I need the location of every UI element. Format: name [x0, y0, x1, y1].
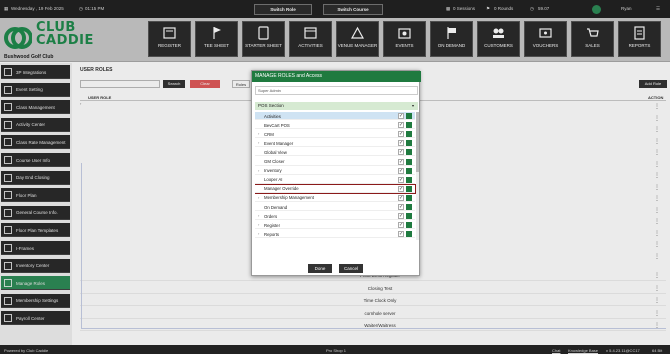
permission-toggle[interactable] — [406, 149, 412, 156]
permission-checkbox[interactable]: ✓ — [398, 231, 404, 238]
permission-checkbox[interactable]: ✓ — [398, 204, 404, 210]
permission-checkbox[interactable]: ✓ — [398, 222, 404, 229]
permission-row[interactable]: Activities ✓ — [255, 112, 415, 120]
permission-toggle[interactable] — [406, 213, 412, 220]
permission-row[interactable]: BevCart POS ✓ — [255, 121, 415, 130]
permission-toggle[interactable] — [406, 231, 412, 238]
expand-arrow-icon[interactable]: › — [258, 195, 259, 200]
permission-toggle[interactable] — [406, 176, 412, 183]
permission-name: Orders — [264, 213, 278, 219]
knowledge-base-link[interactable]: Knowledge Base — [568, 348, 598, 353]
permission-toggle[interactable] — [406, 122, 412, 129]
permissions-list: Activities ✓ BevCart POS ✓ › CRM ✓ › Event Manag… — [255, 112, 418, 274]
powered-by: Powered by Club Caddie — [4, 347, 49, 353]
permission-name: Manager Override — [264, 186, 299, 192]
role-name-field[interactable]: Super Admin — [255, 86, 418, 95]
permission-row[interactable]: › Orders ✓ — [255, 212, 415, 221]
shop-name: Pro Shop 1 — [326, 347, 347, 353]
permission-toggle[interactable] — [406, 140, 412, 147]
permission-name: Register — [264, 222, 281, 228]
permission-checkbox[interactable]: ✓ — [398, 140, 404, 147]
section-label: POS Section — [258, 103, 284, 108]
scrollbar-thumb[interactable] — [416, 112, 419, 172]
permission-name: Global View — [264, 149, 287, 155]
permission-row[interactable]: › Event Manager ✓ — [255, 139, 415, 148]
permission-name: Looper AI — [264, 177, 283, 183]
permission-row[interactable]: Manager Override ✓ — [255, 183, 416, 194]
footer: Powered by Club Caddie Pro Shop 1 Chat K… — [0, 345, 670, 354]
dialog-title: MANAGE ROLES and Access — [252, 71, 421, 82]
permission-toggle[interactable] — [406, 131, 412, 138]
permission-checkbox[interactable]: ✓ — [398, 185, 404, 192]
permission-toggle[interactable] — [406, 158, 412, 165]
expand-arrow-icon[interactable]: › — [258, 168, 259, 173]
done-button[interactable]: Done — [308, 264, 332, 273]
permission-toggle[interactable] — [406, 167, 412, 174]
permission-toggle[interactable] — [406, 185, 412, 192]
permission-checkbox[interactable]: ✓ — [398, 149, 404, 156]
permission-name: Activities — [264, 113, 281, 119]
permission-checkbox[interactable]: ✓ — [398, 194, 404, 201]
expand-arrow-icon[interactable]: › — [258, 131, 259, 136]
permission-checkbox[interactable]: ✓ — [398, 131, 404, 138]
expand-arrow-icon[interactable]: › — [258, 222, 259, 227]
permission-name: Membership Management — [264, 195, 314, 201]
chat-link[interactable]: Chat — [552, 348, 560, 353]
section-dropdown[interactable]: POS Section ▾ — [255, 102, 418, 110]
permission-checkbox[interactable]: ✓ — [398, 167, 404, 174]
permission-name: On Demand — [264, 204, 288, 210]
permission-checkbox[interactable]: ✓ — [398, 213, 404, 220]
permission-name: BevCart POS — [264, 122, 290, 128]
permission-checkbox[interactable]: ✓ — [398, 176, 404, 183]
permission-checkbox[interactable]: ✓ — [398, 158, 404, 165]
permission-name: CRM — [264, 131, 274, 137]
permission-checkbox[interactable]: ✓ — [398, 122, 404, 129]
permission-toggle[interactable] — [406, 222, 412, 229]
permission-name: GM Closer — [264, 159, 285, 164]
cancel-button[interactable]: Cancel — [339, 264, 363, 273]
permission-row[interactable]: › Reports ✓ — [255, 230, 415, 239]
permission-row[interactable]: › CRM ✓ — [255, 130, 415, 139]
permission-row[interactable]: GM Closer ✓ — [255, 158, 415, 166]
bitness-text: 64 Bit — [652, 347, 663, 353]
permission-row[interactable]: › Register ✓ — [255, 221, 415, 230]
permission-toggle[interactable] — [406, 194, 412, 201]
permission-row[interactable]: On Demand ✓ — [255, 203, 415, 211]
manage-roles-dialog: MANAGE ROLES and Access Super Admin POS … — [251, 70, 421, 276]
permission-toggle[interactable] — [406, 204, 412, 210]
permission-name: Reports — [264, 231, 280, 237]
expand-arrow-icon[interactable]: › — [258, 231, 259, 236]
permission-name: Event Manager — [264, 140, 294, 146]
caret-down-icon: ▾ — [411, 103, 414, 108]
permission-toggle[interactable] — [406, 113, 412, 119]
version-text: v 5.4.23.11@CC17 — [606, 347, 640, 353]
permission-row[interactable]: › Inventory ✓ — [255, 167, 415, 175]
permission-row[interactable]: Global View ✓ — [255, 148, 415, 157]
permission-name: Inventory — [264, 168, 282, 174]
permission-row[interactable]: Looper AI ✓ — [255, 176, 415, 184]
expand-arrow-icon[interactable]: › — [258, 213, 259, 218]
expand-arrow-icon[interactable]: › — [258, 140, 259, 145]
permission-checkbox[interactable]: ✓ — [398, 113, 404, 119]
permission-row[interactable]: › Membership Management ✓ — [255, 194, 415, 202]
